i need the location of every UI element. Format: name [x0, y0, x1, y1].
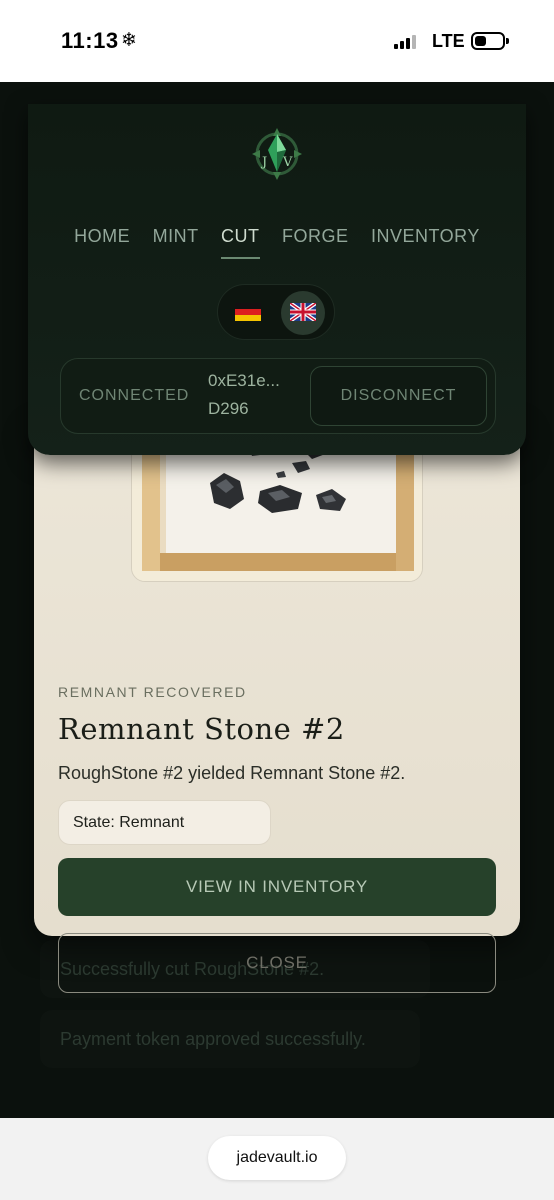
battery-icon [471, 32, 509, 50]
german-flag-icon[interactable] [226, 291, 270, 335]
modal-eyebrow: REMNANT RECOVERED [58, 684, 247, 700]
app-viewport: Successfully cut RoughStone #2. Payment … [0, 82, 554, 1118]
disconnect-button[interactable]: DISCONNECT [310, 366, 487, 426]
close-button[interactable]: CLOSE [58, 933, 496, 993]
nav-forge[interactable]: FORGE [282, 226, 349, 247]
svg-text:V: V [282, 155, 293, 170]
url-bar[interactable]: jadevault.io [208, 1136, 346, 1180]
modal-title: Remnant Stone #2 [58, 712, 345, 746]
language-switcher [217, 284, 335, 340]
nav-panel: J V HOME MINT CUT FORGE INVENTORY CONNEC… [28, 104, 526, 455]
remnant-stone-image [131, 442, 423, 582]
nav-home[interactable]: HOME [74, 226, 130, 247]
main-menu: HOME MINT CUT FORGE INVENTORY [28, 226, 526, 259]
state-badge: State: Remnant [58, 800, 271, 845]
wallet-address-line2: D296 [208, 399, 249, 418]
nav-mint[interactable]: MINT [153, 226, 199, 247]
browser-bottom-bar: jadevault.io [0, 1118, 554, 1200]
wallet-panel: CONNECTED 0xE31e... D296 DISCONNECT [60, 358, 496, 434]
status-time: 11:13 [61, 28, 119, 53]
nav-cut[interactable]: CUT [221, 226, 260, 259]
wallet-status: CONNECTED [79, 387, 190, 404]
network-type: LTE [432, 31, 465, 51]
remnant-modal: REMNANT RECOVERED Remnant Stone #2 Rough… [34, 422, 520, 993]
jade-crest-icon[interactable]: J V [250, 126, 304, 182]
status-bar: 11:13 ❄ LTE [0, 0, 554, 82]
wallet-address-line1: 0xE31e... [208, 371, 280, 390]
view-in-inventory-button[interactable]: VIEW IN INVENTORY [58, 858, 496, 916]
nav-inventory[interactable]: INVENTORY [371, 226, 480, 247]
uk-flag-icon[interactable] [281, 291, 325, 335]
modal-description: RoughStone #2 yielded Remnant Stone #2. [58, 763, 406, 783]
snowflake-icon: ❄ [121, 29, 137, 51]
cellular-signal-icon [394, 35, 422, 49]
svg-text:J: J [260, 155, 267, 170]
toast-approval-success: Payment token approved successfully. [40, 1010, 420, 1068]
